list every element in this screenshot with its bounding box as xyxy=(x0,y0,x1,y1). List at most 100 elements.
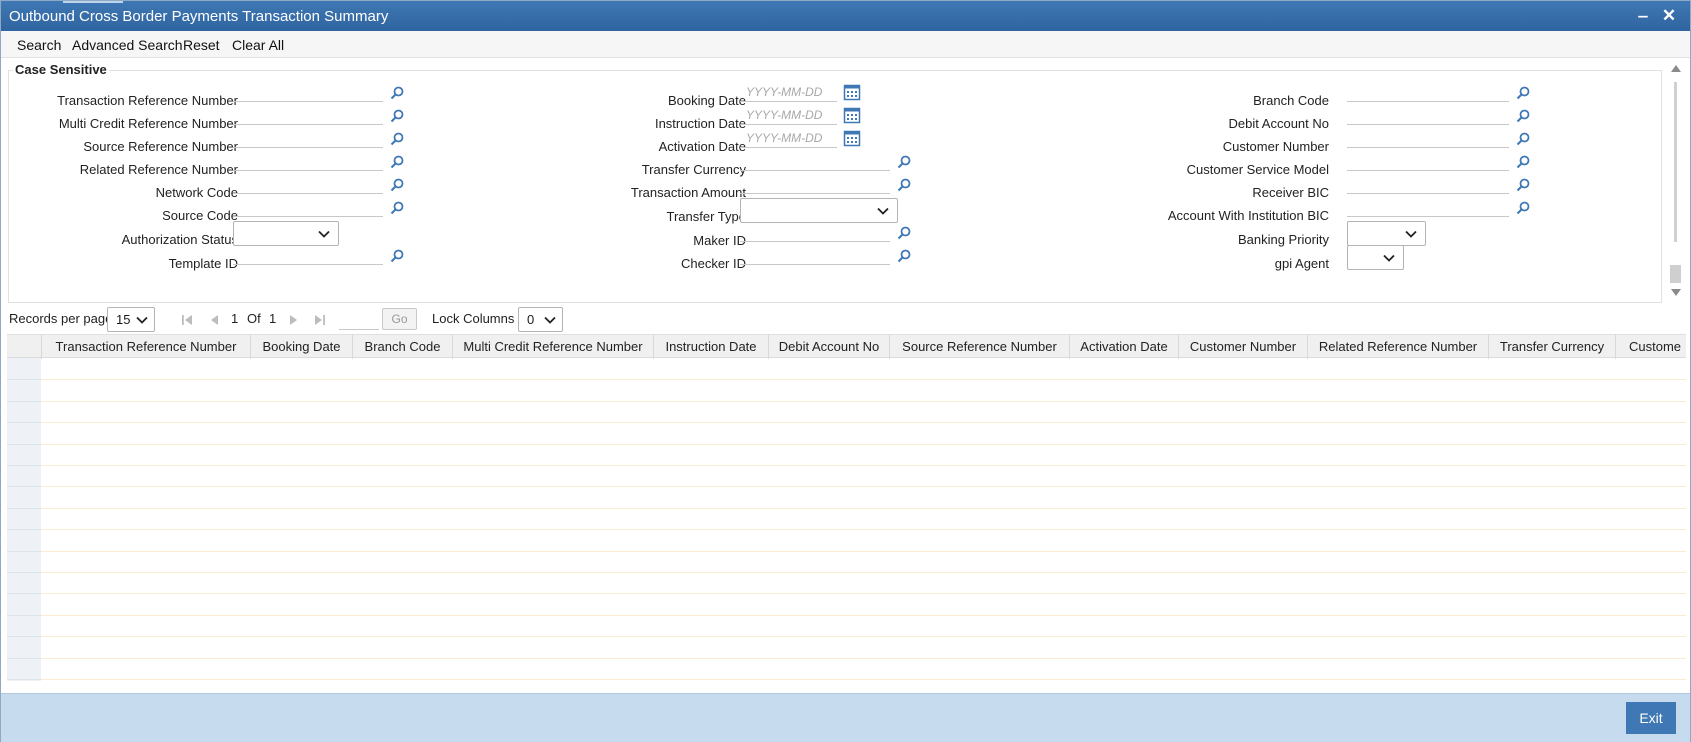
exit-button[interactable]: Exit xyxy=(1626,702,1676,734)
total-pages-number: 1 xyxy=(269,311,277,326)
next-page-icon[interactable] xyxy=(287,313,301,327)
column-header[interactable]: Booking Date xyxy=(251,335,353,359)
column-header[interactable]: Custome xyxy=(1616,335,1686,359)
table-row xyxy=(7,422,1686,424)
multi-credit-reference-number-input[interactable] xyxy=(233,104,383,125)
column-header[interactable]: Customer Number xyxy=(1179,335,1308,359)
activation-date-input[interactable] xyxy=(740,127,837,148)
scroll-thumb[interactable] xyxy=(1670,265,1681,283)
row-selector-cell[interactable] xyxy=(7,657,41,659)
advanced-search-button[interactable]: Advanced Search xyxy=(72,37,183,53)
lov-search-icon[interactable] xyxy=(1515,154,1531,170)
row-selector-header[interactable] xyxy=(7,335,42,359)
calendar-icon[interactable] xyxy=(843,129,861,147)
column-header[interactable]: Related Reference Number xyxy=(1308,335,1489,359)
row-selector-cell[interactable] xyxy=(7,465,41,466)
table-row xyxy=(7,593,1686,595)
lov-search-icon[interactable] xyxy=(389,85,405,101)
row-selector-cell[interactable] xyxy=(7,636,41,638)
column-header[interactable]: Multi Credit Reference Number xyxy=(453,335,654,359)
lock-columns-select[interactable]: 0 xyxy=(518,307,563,332)
row-selector-cell[interactable] xyxy=(7,443,41,445)
lov-search-icon[interactable] xyxy=(389,200,405,216)
row-selector-cell[interactable] xyxy=(7,550,41,552)
lov-search-icon[interactable] xyxy=(896,154,912,170)
source-code-input[interactable] xyxy=(233,196,383,217)
records-per-page-select[interactable]: 15 xyxy=(107,307,155,332)
lov-search-icon[interactable] xyxy=(896,248,912,264)
calendar-icon[interactable] xyxy=(843,83,861,101)
column-header[interactable]: Instruction Date xyxy=(654,335,769,359)
lov-search-icon[interactable] xyxy=(896,177,912,193)
close-button[interactable]: ✕ xyxy=(1660,7,1678,25)
reset-button[interactable]: Reset xyxy=(183,37,220,53)
checker-id-input[interactable] xyxy=(740,244,890,265)
column-header[interactable]: Activation Date xyxy=(1070,335,1179,359)
lov-search-icon[interactable] xyxy=(1515,177,1531,193)
go-button[interactable]: Go xyxy=(382,308,417,330)
row-selector-cell[interactable] xyxy=(7,422,41,424)
maker-id-input[interactable] xyxy=(740,221,890,242)
previous-page-icon[interactable] xyxy=(207,313,221,327)
lov-search-icon[interactable] xyxy=(389,248,405,264)
network-code-input[interactable] xyxy=(233,173,383,194)
table-row xyxy=(7,443,1686,445)
table-row xyxy=(7,529,1686,531)
scroll-track[interactable] xyxy=(1674,82,1677,242)
lov-search-icon[interactable] xyxy=(1515,85,1531,101)
lov-search-icon[interactable] xyxy=(389,131,405,147)
scroll-up-arrow-icon[interactable] xyxy=(1671,65,1681,72)
lov-search-icon[interactable] xyxy=(1515,200,1531,216)
lov-search-icon[interactable] xyxy=(389,154,405,170)
template-id-input[interactable] xyxy=(233,244,383,265)
criteria-scrollbar[interactable] xyxy=(1666,60,1686,305)
lov-search-icon[interactable] xyxy=(896,225,912,241)
lov-search-icon[interactable] xyxy=(1515,131,1531,147)
search-button[interactable]: Search xyxy=(17,37,61,53)
go-to-page-input[interactable] xyxy=(339,308,379,330)
pagination-bar: Records per page 15 1 Of 1 Go Lock Colum… xyxy=(1,306,1690,334)
row-selector-cell[interactable] xyxy=(7,507,41,509)
instruction-date-input[interactable] xyxy=(740,104,837,125)
clear-all-button[interactable]: Clear All xyxy=(232,37,284,53)
column-header[interactable]: Source Reference Number xyxy=(890,335,1070,359)
column-header[interactable]: Branch Code xyxy=(353,335,453,359)
row-selector-cell[interactable] xyxy=(7,614,41,616)
authorization-status-select[interactable] xyxy=(233,221,339,246)
related-reference-number-input[interactable] xyxy=(233,150,383,171)
row-selector-cell[interactable] xyxy=(7,400,41,402)
column-header[interactable]: Transfer Currency xyxy=(1489,335,1616,359)
transaction-reference-number-input[interactable] xyxy=(233,81,383,102)
column-header[interactable]: Transaction Reference Number xyxy=(42,335,251,359)
row-selector-cell[interactable] xyxy=(7,529,41,531)
lov-search-icon[interactable] xyxy=(389,108,405,124)
row-selector-cell[interactable] xyxy=(7,593,41,595)
gpi-agent-select[interactable] xyxy=(1347,245,1404,270)
of-label: Of xyxy=(247,311,261,326)
row-selector-cell[interactable] xyxy=(7,486,41,488)
customer-service-model-input[interactable] xyxy=(1347,150,1509,171)
toolbar: Search Advanced Search Reset Clear All xyxy=(1,31,1690,58)
last-page-icon[interactable] xyxy=(313,313,327,327)
lov-search-icon[interactable] xyxy=(389,177,405,193)
transfer-currency-input[interactable] xyxy=(740,150,890,171)
column-header[interactable]: Debit Account No xyxy=(769,335,890,359)
receiver-bic-input[interactable] xyxy=(1347,173,1509,194)
row-selector-cell[interactable] xyxy=(7,572,41,573)
minimize-button[interactable]: ‒ xyxy=(1634,7,1652,25)
transaction-amount-input[interactable] xyxy=(740,173,890,194)
transfer-type-select[interactable] xyxy=(740,198,898,223)
booking-date-input[interactable] xyxy=(740,81,837,102)
first-page-icon[interactable] xyxy=(180,313,194,327)
scroll-down-arrow-icon[interactable] xyxy=(1671,289,1681,296)
banking-priority-select[interactable] xyxy=(1347,221,1426,246)
customer-number-input[interactable] xyxy=(1347,127,1509,148)
source-reference-number-input[interactable] xyxy=(233,127,383,148)
debit-account-no-input[interactable] xyxy=(1347,104,1509,125)
row-selector-cell[interactable] xyxy=(7,679,41,680)
account-with-institution-bic-input[interactable] xyxy=(1347,196,1509,217)
lov-search-icon[interactable] xyxy=(1515,108,1531,124)
branch-code-input[interactable] xyxy=(1347,81,1509,102)
calendar-icon[interactable] xyxy=(843,106,861,124)
row-selector-cell[interactable] xyxy=(7,379,41,381)
